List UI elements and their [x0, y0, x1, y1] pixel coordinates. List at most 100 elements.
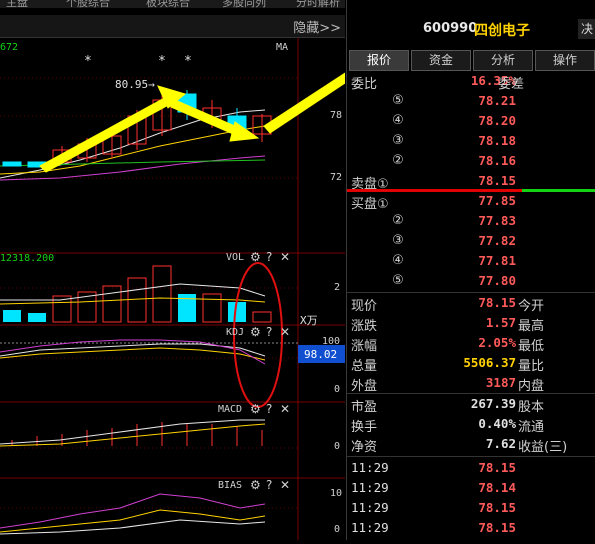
quote-label: 现价 — [351, 299, 378, 314]
buy-order-level: ② — [392, 213, 404, 228]
vol-close-icon[interactable]: ✕ — [280, 250, 290, 264]
vol-gear-icon[interactable]: ⚙ — [250, 250, 261, 264]
tick-time: 11:29 — [351, 520, 389, 535]
tick-price: 78.14 — [478, 480, 516, 495]
quote-value: 5506.37 — [463, 355, 516, 370]
decision-button[interactable]: 决 — [578, 19, 595, 39]
weibi-row: 委比 16.35% 委差 — [347, 71, 595, 92]
kdj-close-icon[interactable]: ✕ — [280, 325, 290, 339]
sell-order-row: ② 78.16 — [347, 151, 595, 171]
buy-order-level: ④ — [392, 253, 404, 268]
fund-value: 267.39 — [470, 396, 516, 411]
sell-order-price: 78.15 — [478, 173, 516, 188]
stock-code: 600990 — [423, 21, 478, 36]
macd-close-icon[interactable]: ✕ — [280, 402, 290, 416]
kdj-current-value: 98.02 — [304, 348, 338, 361]
quote-right-label: 今开 — [518, 299, 545, 314]
quote-right-label: 内盘 — [518, 379, 545, 394]
tick-row: 11:29 78.15 — [347, 458, 595, 478]
hide-button[interactable]: 隐藏>> — [293, 17, 341, 36]
fund-row-turnover: 换手 0.40% 流通 — [347, 414, 595, 435]
chart-area: 672 MA * * * 80.95→ 78 72 12318.200 VOL … — [0, 38, 373, 540]
buy-order-price: 77.81 — [478, 253, 516, 268]
buy-order-price: 77.82 — [478, 233, 516, 248]
y-axis-label-72: 72 — [330, 172, 343, 183]
tab-operate[interactable]: 操作 — [535, 50, 595, 71]
kdj-y-label-100: 100 — [322, 336, 341, 347]
vol-y-label: 2 — [334, 282, 341, 293]
fund-right-label: 收益(三) — [518, 440, 568, 455]
quote-label: 涨跌 — [351, 319, 378, 334]
macd-help-icon[interactable]: ? — [266, 402, 272, 416]
sell-order-level: ② — [392, 153, 404, 168]
vol-help-icon[interactable]: ? — [266, 250, 272, 264]
sell-order-price: 78.18 — [478, 133, 516, 148]
fund-right-label: 流通 — [518, 420, 545, 435]
fund-label: 换手 — [351, 420, 378, 435]
buy-order-row: ② 77.83 — [347, 211, 595, 231]
stock-header: 600990 四创电子 决 — [347, 15, 595, 43]
top-tab-4[interactable]: 分时解析 — [296, 0, 340, 10]
quote-row-pct: 涨幅 2.05% 最低 — [347, 333, 595, 354]
star-marker-3: * — [184, 54, 192, 69]
tick-time: 11:29 — [351, 460, 389, 475]
vol-title: VOL — [226, 252, 245, 263]
fund-row-pe: 市盈 267.39 股本 — [347, 394, 595, 415]
buy-order-row: ⑤ 77.80 — [347, 271, 595, 291]
macd-gear-icon[interactable]: ⚙ — [250, 402, 261, 416]
top-tab-bar: 主盘 个股综合 板块综合 多股同列 分时解析 — [0, 0, 345, 10]
tick-row: 11:29 78.14 — [347, 478, 595, 498]
macd-y-label: 0 — [334, 441, 341, 452]
stock-name: 四创电子 — [474, 23, 530, 39]
top-tab-2[interactable]: 板块综合 — [146, 0, 190, 10]
buy-order-level: 买盘① — [351, 197, 389, 212]
quote-label: 总量 — [351, 359, 378, 374]
quote-value: 2.05% — [478, 335, 516, 350]
buy-order-level: ③ — [392, 233, 404, 248]
kdj-gear-icon[interactable]: ⚙ — [250, 325, 261, 339]
quote-tabs: 报价 资金 分析 操作 — [347, 50, 595, 71]
star-marker-1: * — [84, 54, 92, 69]
chart-toolbar: 隐藏>> — [0, 15, 345, 38]
bias-gear-icon[interactable]: ⚙ — [250, 478, 261, 492]
top-tab-0[interactable]: 主盘 — [6, 0, 28, 10]
quote-row-outer: 外盘 3187 内盘 — [347, 373, 595, 394]
sell-order-level: ④ — [392, 113, 404, 128]
quote-right-label: 量比 — [518, 359, 545, 374]
tick-row: 11:29 78.15 — [347, 518, 595, 538]
y-axis-label-78: 78 — [330, 110, 343, 121]
fund-right-label: 股本 — [518, 400, 545, 415]
buy-order-price: 77.80 — [478, 273, 516, 288]
tick-time: 11:29 — [351, 500, 389, 515]
high-price-annotation: 80.95→ — [115, 78, 155, 91]
quote-right-label: 最高 — [518, 319, 545, 334]
quote-panel: 600990 四创电子 决 报价 资金 分析 操作 委比 16.35% 委差 ⑤… — [346, 0, 595, 540]
weibi-label: 委比 — [351, 77, 378, 92]
bias-y-label-0: 0 — [334, 524, 341, 535]
quote-value: 1.57 — [485, 315, 516, 330]
buy-order-row: 买盘① 77.85 — [347, 191, 595, 212]
fund-value: 0.40% — [478, 416, 516, 431]
quote-row-change: 涨跌 1.57 最高 — [347, 313, 595, 334]
bias-help-icon[interactable]: ? — [266, 478, 272, 492]
fund-label: 市盈 — [351, 400, 378, 415]
sell-order-level: ③ — [392, 133, 404, 148]
buy-order-price: 77.85 — [478, 193, 516, 208]
tab-quote[interactable]: 报价 — [349, 50, 409, 71]
bias-close-icon[interactable]: ✕ — [280, 478, 290, 492]
weicha-label: 委差 — [498, 77, 525, 92]
sell-order-price: 78.20 — [478, 113, 516, 128]
tab-analysis[interactable]: 分析 — [473, 50, 533, 71]
quote-value: 78.15 — [478, 295, 516, 310]
tab-funds[interactable]: 资金 — [411, 50, 471, 71]
bias-y-label-10: 10 — [330, 488, 343, 499]
top-tab-1[interactable]: 个股综合 — [66, 0, 110, 10]
fund-value: 7.62 — [485, 436, 516, 451]
divider — [347, 456, 595, 457]
quote-value: 3187 — [485, 375, 516, 390]
top-tab-3[interactable]: 多股同列 — [222, 0, 266, 10]
macd-title: MACD — [218, 404, 243, 415]
kdj-title: KDJ — [226, 327, 245, 338]
buy-order-price: 77.83 — [478, 213, 516, 228]
kdj-help-icon[interactable]: ? — [266, 325, 272, 339]
